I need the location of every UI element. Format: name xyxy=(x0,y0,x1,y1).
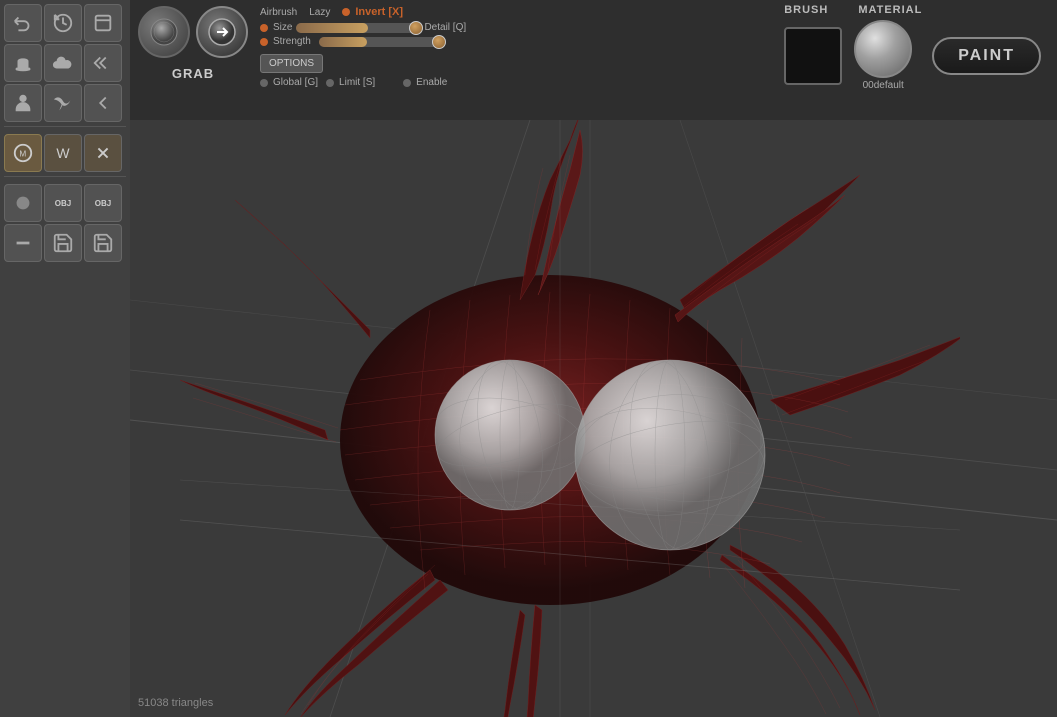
tool-row-3 xyxy=(4,84,126,122)
size-label: Size xyxy=(273,22,292,33)
enable-label: Enable xyxy=(416,77,447,88)
obj1-icon: OBJ xyxy=(55,199,71,208)
size-dot-label: Size xyxy=(260,22,292,33)
material-panel-label: MATERIAL xyxy=(858,4,922,16)
save1-button[interactable] xyxy=(44,224,82,262)
divider-2 xyxy=(4,176,126,180)
creature-model xyxy=(180,120,960,717)
obj2-button[interactable]: OBJ xyxy=(84,184,122,222)
limit-dot-label: Limit [S] xyxy=(326,77,375,88)
material-sphere[interactable] xyxy=(854,20,912,78)
obj1-button[interactable]: OBJ xyxy=(44,184,82,222)
bird-button[interactable] xyxy=(44,84,82,122)
undo-button[interactable] xyxy=(4,4,42,42)
strength-dot[interactable] xyxy=(260,38,268,46)
triangle-count: 51038 triangles xyxy=(138,697,213,709)
cloud-button[interactable] xyxy=(44,44,82,82)
history-button[interactable] xyxy=(44,4,82,42)
divider-1 xyxy=(4,126,126,130)
limit-dot[interactable] xyxy=(326,79,334,87)
global-dot-label: Global [G] xyxy=(260,77,318,88)
material-name-label: 00default xyxy=(863,80,904,91)
enable-dot-label: Enable xyxy=(403,77,447,88)
paint-button[interactable]: PAINT xyxy=(932,37,1041,75)
arrows-button[interactable] xyxy=(84,134,122,172)
tool-row-5: OBJ OBJ xyxy=(4,184,126,222)
enable-dot[interactable] xyxy=(403,79,411,87)
left-toolbar: M W OBJ OBJ xyxy=(0,0,130,717)
tool-row-1 xyxy=(4,4,126,42)
size-slider[interactable] xyxy=(296,23,416,33)
brush-circle-icon[interactable] xyxy=(138,6,190,58)
panel-labels: BRUSH MATERIAL xyxy=(784,4,1041,16)
save2-button[interactable] xyxy=(84,224,122,262)
tool-row-6 xyxy=(4,224,126,262)
back-button[interactable] xyxy=(84,44,122,82)
hat-button[interactable] xyxy=(4,44,42,82)
w-icon: W xyxy=(56,145,69,161)
global-dot[interactable] xyxy=(260,79,268,87)
airbrush-label: Airbrush xyxy=(260,7,297,18)
back2-button[interactable] xyxy=(84,84,122,122)
strength-dot-label: Strength xyxy=(260,36,311,47)
invert-dot[interactable] xyxy=(342,8,350,16)
strength-slider-row: Strength xyxy=(260,36,466,47)
model-canvas: 51038 triangles xyxy=(130,120,1057,717)
top-toolbar: GRAB Airbrush Lazy Invert [X] Size Detai… xyxy=(130,0,1057,120)
options-button[interactable]: OPTIONS xyxy=(260,54,323,73)
circle-m-button[interactable]: M xyxy=(4,134,42,172)
brush-icon-area: GRAB xyxy=(138,6,248,81)
size-dot[interactable] xyxy=(260,24,268,32)
invert-container: Invert [X] xyxy=(342,6,403,18)
grab-label: GRAB xyxy=(172,66,214,81)
clip-button[interactable] xyxy=(84,4,122,42)
brush-swatch[interactable] xyxy=(784,27,842,85)
bottom-options-row: Global [G] Limit [S] Enable xyxy=(260,77,466,88)
grab-tool-icon[interactable] xyxy=(196,6,248,58)
detail-label: Detail [Q] xyxy=(424,22,466,33)
global-label: Global [G] xyxy=(273,77,318,88)
lazy-label: Lazy xyxy=(309,7,330,18)
strength-label: Strength xyxy=(273,36,311,47)
strength-slider[interactable] xyxy=(319,37,439,47)
person-button[interactable] xyxy=(4,84,42,122)
dash-button[interactable] xyxy=(4,224,42,262)
limit-label: Limit [S] xyxy=(339,77,375,88)
brush-panel-label: BRUSH xyxy=(784,4,828,16)
size-slider-row: Size Detail [Q] xyxy=(260,22,466,33)
obj2-icon: OBJ xyxy=(95,199,111,208)
dot-button[interactable] xyxy=(4,184,42,222)
tool-row-4: M W xyxy=(4,134,126,172)
w-tool-button[interactable]: W xyxy=(44,134,82,172)
tool-row-2 xyxy=(4,44,126,82)
svg-text:M: M xyxy=(19,150,26,159)
invert-label[interactable]: Invert [X] xyxy=(355,6,403,18)
